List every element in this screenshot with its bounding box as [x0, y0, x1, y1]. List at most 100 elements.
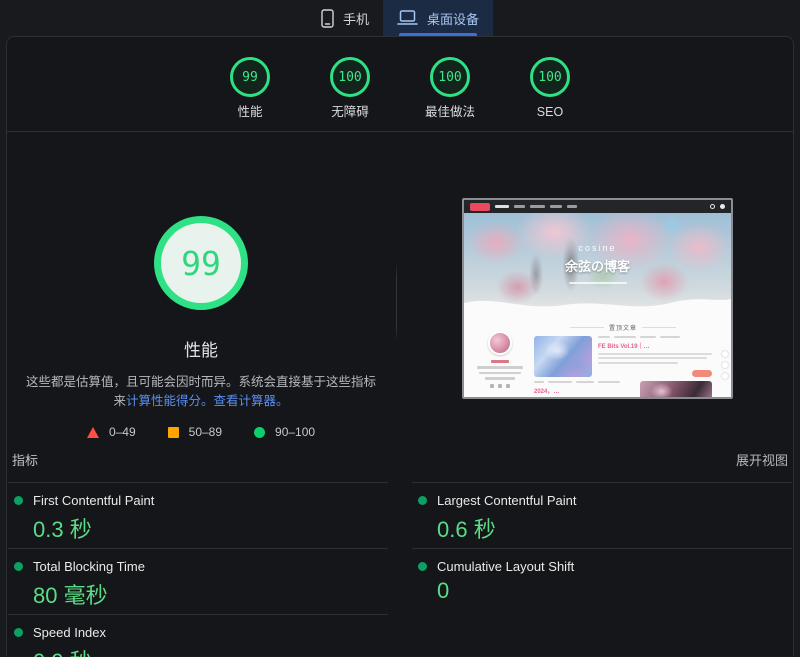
accessibility-score-value: 100 — [338, 70, 361, 85]
text-line-placeholder — [477, 366, 523, 369]
moon-icon — [720, 204, 725, 209]
category-scores-row: 99 性能 100 无障碍 100 最佳做法 100 SEO — [7, 37, 793, 132]
text-line-placeholder — [485, 377, 515, 380]
best-practices-gauge: 100 — [430, 57, 470, 97]
site-hero-text: cosine 余弦の博客 — [464, 213, 731, 284]
text-line-placeholder — [479, 372, 521, 375]
article-thumbnail — [640, 381, 712, 397]
author-name-placeholder — [491, 360, 509, 363]
category-score-accessibility[interactable]: 100 无障碍 — [315, 57, 385, 120]
site-content: 置顶文章 FE Bits Vol.19｜… — [464, 317, 731, 397]
legend-pass: 90–100 — [254, 425, 315, 439]
category-score-best-practices[interactable]: 100 最佳做法 — [415, 57, 485, 120]
navbar-actions — [710, 204, 725, 209]
fail-triangle-icon — [87, 427, 99, 438]
metric-total-blocking-time: Total Blocking Time 80 毫秒 — [8, 548, 388, 614]
text-line-placeholder — [598, 362, 678, 364]
nav-item-placeholder — [495, 205, 509, 208]
seo-score-value: 100 — [538, 70, 561, 85]
desktop-icon — [397, 10, 418, 26]
tab-desktop-label: 桌面设备 — [427, 9, 479, 28]
text-line-placeholder — [598, 357, 707, 359]
metric-cumulative-layout-shift: Cumulative Layout Shift 0 — [412, 548, 792, 608]
metrics-title: 指标 — [12, 450, 38, 469]
pinned-articles-heading: 置顶文章 — [534, 323, 712, 332]
metric-value: 0.3 秒 — [33, 512, 388, 544]
legend-pass-range: 90–100 — [275, 425, 315, 439]
metric-value: 0.6 秒 — [437, 512, 792, 544]
performance-gauge: 99 — [230, 57, 270, 97]
legend-fail: 0–49 — [87, 425, 136, 439]
metrics-header: 指标 展开视图 — [7, 442, 793, 482]
accessibility-gauge: 100 — [330, 57, 370, 97]
calculate-score-link[interactable]: 计算性能得分。 — [126, 394, 214, 408]
article-meta-placeholder — [534, 381, 634, 383]
pagination-dots — [722, 351, 728, 379]
average-square-icon — [168, 427, 179, 438]
legend-average: 50–89 — [168, 425, 222, 439]
performance-description: 这些都是估算值，且可能会因时而异。系统会直接基于这些指标来计算性能得分。查看计算… — [20, 373, 382, 411]
best-practices-score-value: 100 — [438, 70, 461, 85]
site-subtitle: 余弦の博客 — [464, 256, 731, 275]
pass-dot-icon — [14, 562, 23, 571]
metric-value: 0.9 秒 — [33, 644, 388, 657]
metric-first-contentful-paint: First Contentful Paint 0.3 秒 — [8, 482, 388, 548]
pass-dot-icon — [14, 628, 23, 637]
article-title: 2024，… — [534, 386, 634, 395]
read-more-button — [692, 370, 712, 377]
score-legend: 0–49 50–89 90–100 — [7, 425, 395, 439]
performance-section-title: 性能 — [7, 336, 395, 361]
article-body: 2024，… — [534, 381, 634, 397]
site-navbar — [464, 200, 731, 213]
metric-speed-index: Speed Index 0.9 秒 — [8, 614, 388, 657]
nav-item-placeholder — [514, 205, 525, 208]
tab-desktop[interactable]: 桌面设备 — [383, 0, 493, 36]
social-icons-placeholder — [474, 384, 526, 388]
tab-mobile-label: 手机 — [343, 9, 369, 28]
phone-icon — [321, 9, 334, 28]
metrics-grid: First Contentful Paint 0.3 秒 Total Block… — [7, 482, 793, 657]
performance-score-gauge-large: 99 — [154, 216, 248, 310]
performance-score-value: 99 — [242, 70, 258, 85]
metrics-section: 指标 展开视图 First Contentful Paint 0.3 秒 Tot… — [7, 442, 793, 657]
report-panel: 99 性能 100 无障碍 100 最佳做法 100 SEO 99 — [6, 36, 794, 656]
metric-label: Speed Index — [33, 625, 106, 640]
article-card: FE Bits Vol.19｜… — [534, 336, 712, 377]
nav-item-placeholder — [550, 205, 562, 208]
nav-item-placeholder — [530, 205, 545, 208]
site-sidebar — [474, 331, 526, 388]
article-card: 2024，… — [534, 381, 712, 397]
metric-label: Total Blocking Time — [33, 559, 145, 574]
device-tabbar: 手机 桌面设备 — [0, 0, 800, 36]
pass-dot-icon — [14, 496, 23, 505]
performance-gauge-label: 性能 — [215, 104, 285, 120]
metric-label: Largest Contentful Paint — [437, 493, 576, 508]
seo-gauge-label: SEO — [515, 104, 585, 120]
article-thumbnail — [534, 336, 592, 377]
avatar — [488, 331, 512, 355]
site-preview: cosine 余弦の博客 — [464, 200, 731, 397]
category-score-seo[interactable]: 100 SEO — [515, 57, 585, 120]
metric-value: 0 — [437, 578, 792, 604]
tab-mobile[interactable]: 手机 — [307, 0, 383, 36]
final-screenshot-thumbnail[interactable]: cosine 余弦の博客 — [462, 198, 733, 399]
performance-score-large-value: 99 — [181, 244, 221, 283]
nav-item-placeholder — [567, 205, 577, 208]
expand-view-link[interactable]: 展开视图 — [736, 450, 788, 469]
article-meta-placeholder — [598, 336, 712, 338]
seo-gauge: 100 — [530, 57, 570, 97]
pass-dot-icon — [418, 496, 427, 505]
article-title: FE Bits Vol.19｜… — [598, 341, 712, 350]
metric-largest-contentful-paint: Largest Contentful Paint 0.6 秒 — [412, 482, 792, 548]
category-score-performance[interactable]: 99 性能 — [215, 57, 285, 120]
site-name: cosine — [464, 243, 731, 253]
view-calculator-link[interactable]: 查看计算器。 — [214, 394, 289, 408]
legend-average-range: 50–89 — [189, 425, 222, 439]
metric-label: Cumulative Layout Shift — [437, 559, 574, 574]
accessibility-gauge-label: 无障碍 — [315, 104, 385, 120]
site-articles: 置顶文章 FE Bits Vol.19｜… — [534, 323, 712, 397]
metrics-right-column: Largest Contentful Paint 0.6 秒 Cumulativ… — [412, 482, 792, 657]
performance-summary: 99 性能 这些都是估算值，且可能会因时而异。系统会直接基于这些指标来计算性能得… — [7, 132, 395, 439]
metric-label: First Contentful Paint — [33, 493, 154, 508]
hero-wave-shape — [464, 289, 731, 321]
